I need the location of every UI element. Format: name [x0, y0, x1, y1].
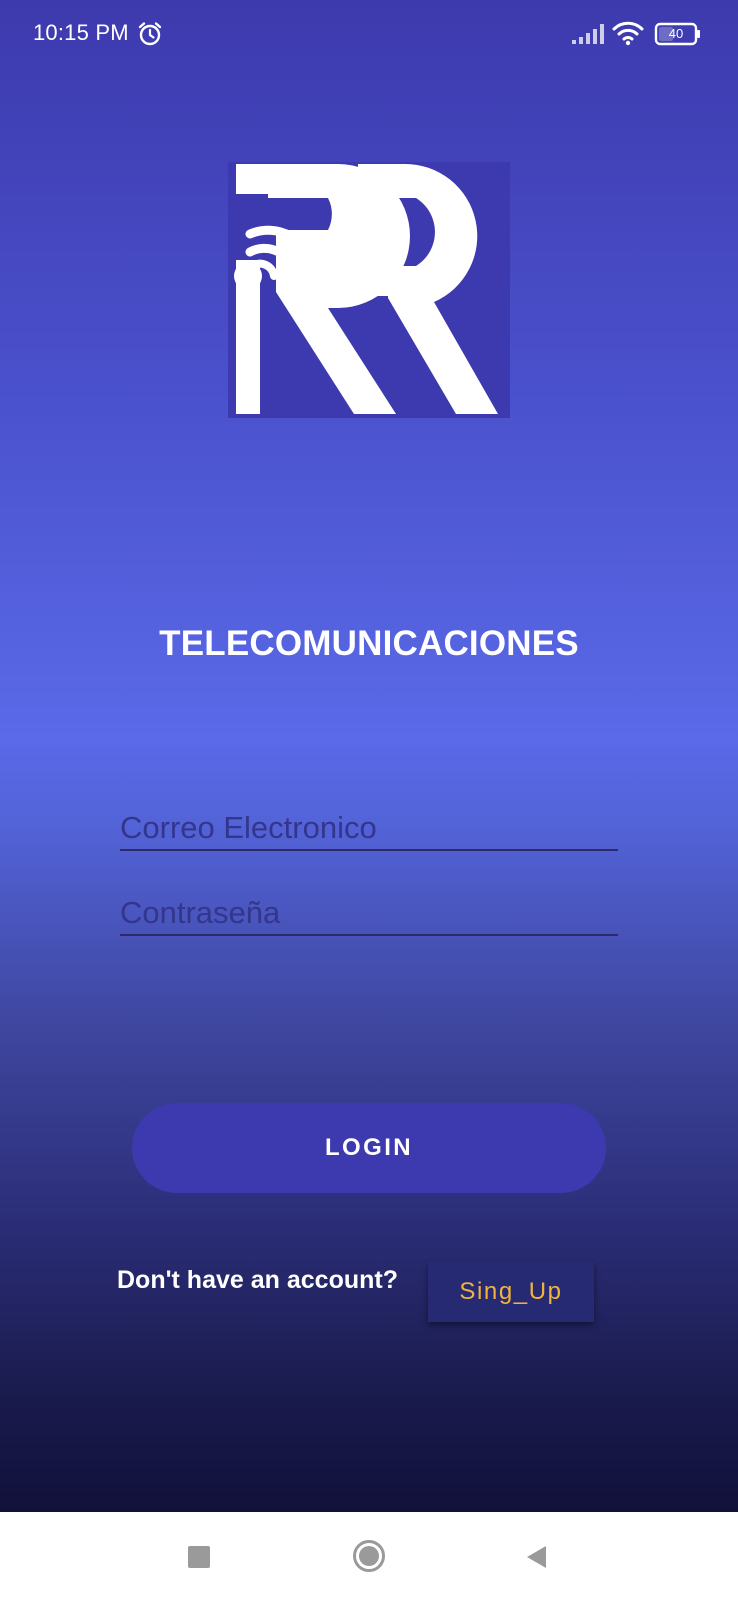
password-field-container: [120, 876, 618, 936]
status-time: 10:15 PM: [33, 20, 129, 45]
password-field[interactable]: [120, 876, 618, 934]
brand-title: TELECOMUNICACIONES: [159, 624, 579, 663]
recents-icon[interactable]: [188, 1546, 210, 1568]
login-button[interactable]: LOGIN: [132, 1103, 606, 1193]
wifi-icon: [612, 21, 644, 46]
rr-logo: [228, 162, 510, 418]
email-field[interactable]: [120, 791, 618, 849]
signup-prompt: Don't have an account?: [117, 1266, 398, 1294]
navigation-bar: [0, 1512, 738, 1600]
email-field-container: [120, 791, 618, 851]
status-bar: 10:15 PM 40: [0, 0, 738, 70]
signup-button[interactable]: Sing_Up: [428, 1262, 594, 1322]
login-screen: 10:15 PM 40 TELECOMUNICACIONES Correo El…: [0, 0, 738, 1512]
signal-icon: [572, 24, 604, 44]
home-icon[interactable]: [352, 1539, 386, 1573]
back-icon[interactable]: [524, 1544, 548, 1570]
battery-level: 40: [668, 26, 684, 41]
alarm-icon: [138, 22, 162, 46]
